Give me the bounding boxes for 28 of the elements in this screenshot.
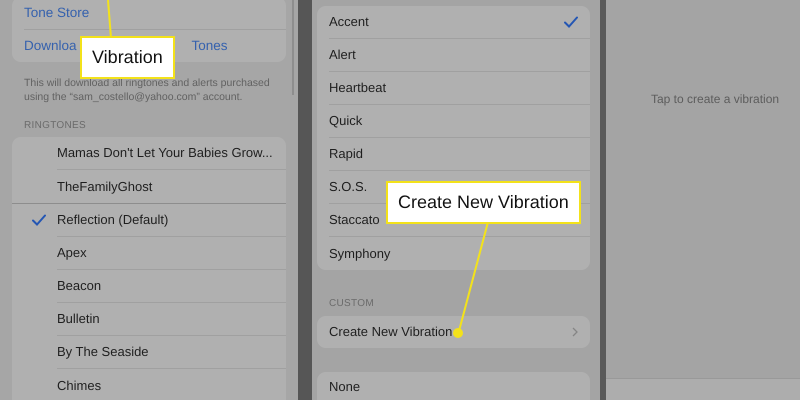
ringtone-item[interactable]: Mamas Don't Let Your Babies Grow...	[57, 143, 273, 163]
hint-text: Tap to create a vibration	[651, 91, 780, 108]
footnote-text: This will download all ringtones and alerts purchased using the “sam_costello@yahoo.com” account.	[23, 76, 271, 104]
leader-line	[107, 0, 112, 38]
callout-label: Create New Vibration	[386, 181, 581, 224]
row-label: Create New Vibration	[329, 323, 452, 342]
callout-label: Vibration	[80, 36, 175, 79]
vibration-item[interactable]: Accent	[329, 12, 369, 32]
ringtone-item[interactable]: By The Seaside	[57, 342, 149, 362]
vibration-item[interactable]: None	[329, 377, 360, 397]
ringtone-item[interactable]: Reflection (Default)	[57, 210, 168, 230]
chevron-icon	[572, 327, 578, 337]
ringtone-item[interactable]: TheFamilyGhost	[57, 176, 152, 196]
ringtone-item[interactable]: Chimes	[57, 376, 102, 396]
vibration-item[interactable]: S.O.S.	[329, 177, 368, 197]
vibration-item[interactable]: Staccato	[329, 210, 380, 230]
section-header: CUSTOM	[328, 297, 375, 311]
vibration-item[interactable]: Heartbeat	[329, 78, 386, 98]
create-vibration-row[interactable]: Create New Vibration	[317, 316, 590, 348]
vibration-item[interactable]: Quick	[329, 111, 362, 131]
ringtone-item[interactable]: Bulletin	[57, 309, 100, 329]
vibration-item[interactable]: Symphony	[329, 244, 390, 264]
section-header: RINGTONES	[23, 119, 87, 133]
ringtone-item[interactable]: Beacon	[57, 276, 102, 296]
vibration-item[interactable]: Rapid	[329, 144, 363, 164]
pointer-dot	[453, 328, 463, 338]
vibration-item[interactable]: Alert	[329, 45, 356, 65]
ringtone-item[interactable]: Apex	[57, 243, 87, 263]
